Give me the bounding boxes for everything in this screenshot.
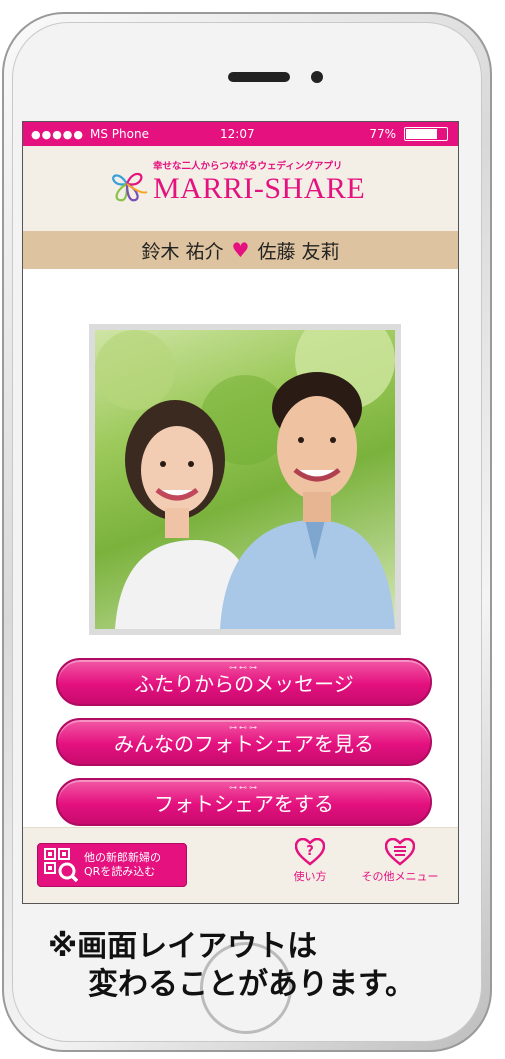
battery-icon <box>404 127 448 141</box>
qr-label-line2: QRを読み込む <box>84 865 156 878</box>
bottom-nav-bar: 他の新郎新婦の QRを読み込む ? 使い方 その他メニュー <box>23 827 458 903</box>
app-screen: ●●●●● MS Phone 12:07 77% 幸せな二人からつながるウェディ… <box>22 121 459 904</box>
message-button[interactable]: ⊶⊷⊶ ふたりからのメッセージ <box>56 658 432 706</box>
signal-strength-icon: ●●●●● <box>31 127 84 141</box>
battery-percent: 77% <box>369 127 396 141</box>
carrier-name: MS Phone <box>90 127 149 141</box>
groom-name: 鈴木 祐介 <box>141 240 224 263</box>
disclaimer-line1: ※画面レイアウトは <box>48 929 318 964</box>
svg-text:?: ? <box>306 844 314 859</box>
heart-icon: ♥ <box>231 238 250 262</box>
ornament-icon: ⊶⊷⊶ <box>229 783 259 792</box>
disclaimer-line2: 変わることがあります。 <box>88 967 415 1002</box>
qr-scan-label: 他の新郎新婦の QRを読み込む <box>84 851 161 879</box>
front-camera <box>311 71 323 83</box>
layout-disclaimer: ※画面レイアウトは 変わることがあります。 <box>48 928 468 1004</box>
qr-scan-button[interactable]: 他の新郎新婦の QRを読み込む <box>37 843 187 887</box>
other-menu-nav-item[interactable]: その他メニュー <box>345 838 455 884</box>
couple-photo-frame <box>89 324 401 635</box>
battery-level-fill <box>406 129 437 139</box>
view-photo-share-button[interactable]: ⊶⊷⊶ みんなのフォトシェアを見る <box>56 718 432 766</box>
app-header: 幸せな二人からつながるウェディングアプリ MARRI-SHARE <box>23 146 458 231</box>
qr-search-icon <box>44 848 78 882</box>
clover-logo-icon <box>112 172 148 202</box>
app-brand-name: MARRI-SHARE <box>153 172 366 205</box>
ornament-icon: ⊶⊷⊶ <box>229 723 259 732</box>
couple-names-bar: 鈴木 祐介 ♥ 佐藤 友莉 <box>23 231 458 269</box>
heart-question-icon: ? <box>295 838 325 866</box>
speaker-grille <box>228 72 290 82</box>
heart-menu-icon <box>385 838 415 866</box>
couple-photo-illustration <box>95 330 395 629</box>
do-photo-share-button[interactable]: ⊶⊷⊶ フォトシェアをする <box>56 778 432 826</box>
status-bar: ●●●●● MS Phone 12:07 77% <box>23 122 458 146</box>
app-tagline: 幸せな二人からつながるウェディングアプリ <box>153 161 343 172</box>
ornament-icon: ⊶⊷⊶ <box>229 663 259 672</box>
qr-label-line1: 他の新郎新婦の <box>84 851 161 864</box>
help-nav-item[interactable]: ? 使い方 <box>285 838 335 884</box>
bride-name: 佐藤 友莉 <box>257 240 340 263</box>
help-label: 使い方 <box>293 870 327 883</box>
other-menu-label: その他メニュー <box>361 870 439 883</box>
couple-photo <box>95 330 395 629</box>
status-time: 12:07 <box>220 127 255 141</box>
